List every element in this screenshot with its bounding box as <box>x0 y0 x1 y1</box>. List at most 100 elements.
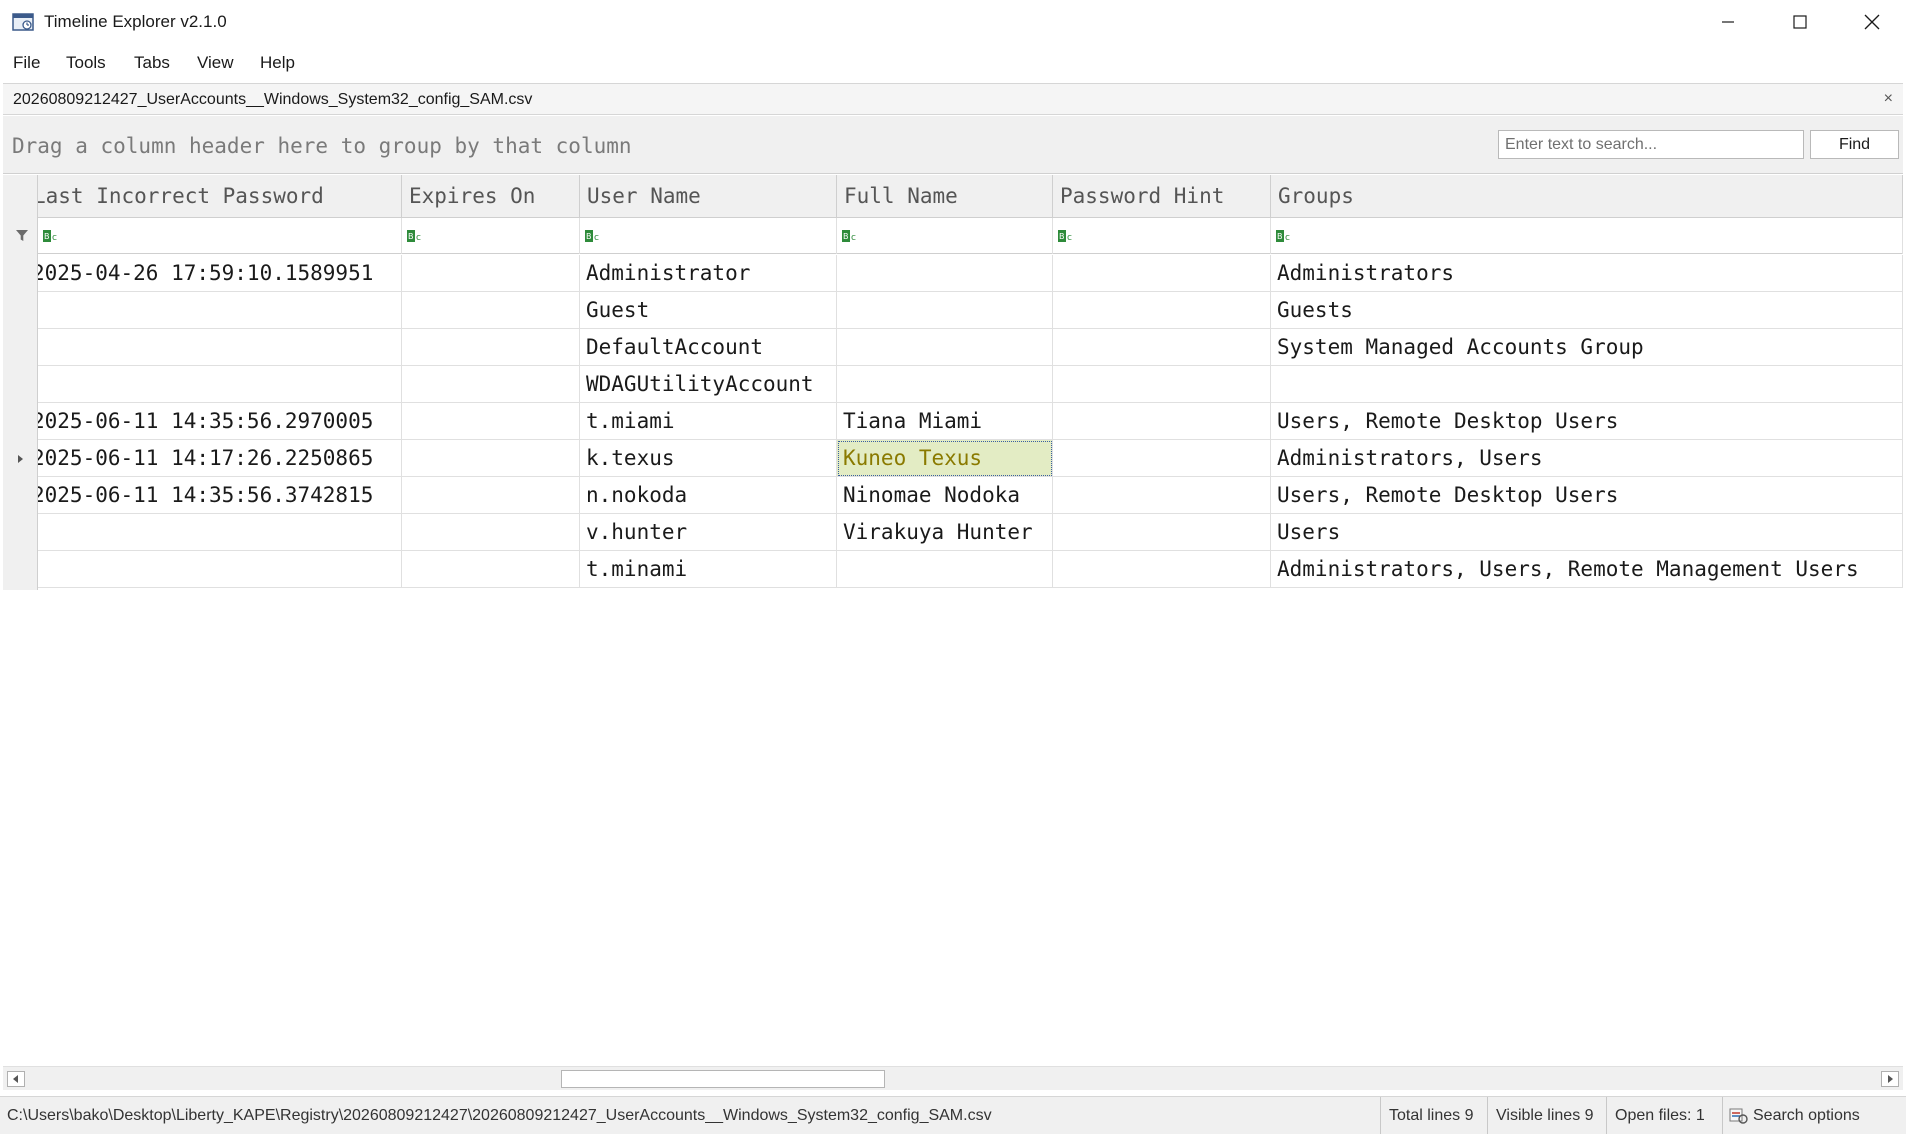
close-window-button[interactable] <box>1836 0 1906 44</box>
column-header-expires-on[interactable]: Expires On <box>402 175 580 218</box>
text-filter-icon: Bc <box>43 230 57 243</box>
svg-text:B: B <box>408 232 414 241</box>
horizontal-scrollbar[interactable] <box>3 1066 1903 1090</box>
cell-user-name[interactable]: v.hunter <box>580 514 837 551</box>
cell-password-hint[interactable] <box>1053 366 1271 403</box>
search-options-label: Search options <box>1753 1107 1860 1124</box>
cell-last-incorrect-password[interactable]: 2025-06-11 14:17:26.2250865 <box>38 440 402 477</box>
column-header-user-name[interactable]: User Name <box>580 175 837 218</box>
filter-cell-full-name[interactable]: Bc <box>837 218 1053 254</box>
cell-expires-on[interactable] <box>402 255 580 292</box>
cell-full-name[interactable]: Ninomae Nodoka <box>837 477 1053 514</box>
tab-close-icon[interactable]: × <box>1884 90 1893 108</box>
cell-expires-on[interactable] <box>402 329 580 366</box>
cell-last-incorrect-password[interactable] <box>38 551 402 588</box>
status-open-files: Open files: 1 <box>1606 1097 1724 1134</box>
menu-tabs[interactable]: Tabs <box>134 53 170 73</box>
menu-tools[interactable]: Tools <box>66 53 106 73</box>
maximize-icon <box>1793 15 1807 29</box>
cell-last-incorrect-password[interactable] <box>38 366 402 403</box>
cell-groups[interactable]: Guests <box>1271 292 1903 329</box>
window-title: Timeline Explorer v2.1.0 <box>44 12 227 31</box>
filter-cell-user-name[interactable]: Bc <box>580 218 837 254</box>
cell-expires-on[interactable] <box>402 292 580 329</box>
find-button[interactable]: Find <box>1810 130 1899 159</box>
cell-full-name[interactable] <box>837 255 1053 292</box>
cell-full-name[interactable]: Tiana Miami <box>837 403 1053 440</box>
filter-cell-groups[interactable]: Bc <box>1271 218 1903 254</box>
cell-full-name[interactable] <box>837 366 1053 403</box>
chevron-right-icon <box>1888 1075 1893 1083</box>
filter-cell-password-hint[interactable]: Bc <box>1053 218 1271 254</box>
cell-user-name[interactable]: Guest <box>580 292 837 329</box>
group-by-panel[interactable]: Drag a column header here to group by th… <box>3 116 1903 174</box>
scroll-left-button[interactable] <box>7 1071 25 1087</box>
cell-user-name[interactable]: t.miami <box>580 403 837 440</box>
cell-full-name[interactable] <box>837 551 1053 588</box>
cell-user-name[interactable]: t.minami <box>580 551 837 588</box>
cell-groups[interactable]: Users <box>1271 514 1903 551</box>
filter-cell-last-incorrect-password[interactable]: Bc <box>38 218 402 254</box>
cell-expires-on[interactable] <box>402 366 580 403</box>
cell-expires-on[interactable] <box>402 440 580 477</box>
column-header-last-incorrect-password[interactable]: Last Incorrect Password <box>38 175 402 218</box>
menu-file[interactable]: File <box>13 53 40 73</box>
filter-cell-expires-on[interactable]: Bc <box>402 218 580 254</box>
cell-password-hint[interactable] <box>1053 329 1271 366</box>
cell-full-name[interactable]: Kuneo Texus <box>837 440 1053 477</box>
cell-password-hint[interactable] <box>1053 440 1271 477</box>
cell-groups[interactable]: Administrators <box>1271 255 1903 292</box>
cell-password-hint[interactable] <box>1053 514 1271 551</box>
cell-last-incorrect-password[interactable]: 2025-06-11 14:35:56.3742815 <box>38 477 402 514</box>
cell-last-incorrect-password[interactable] <box>38 329 402 366</box>
cell-user-name[interactable]: k.texus <box>580 440 837 477</box>
filter-icon[interactable] <box>15 229 29 242</box>
chevron-left-icon <box>13 1075 18 1083</box>
cell-last-incorrect-password[interactable]: 2025-06-11 14:35:56.2970005 <box>38 403 402 440</box>
cell-password-hint[interactable] <box>1053 403 1271 440</box>
column-header-full-name[interactable]: Full Name <box>837 175 1053 218</box>
cell-full-name[interactable] <box>837 329 1053 366</box>
cell-last-incorrect-password[interactable] <box>38 292 402 329</box>
text-filter-icon: Bc <box>585 230 599 243</box>
cell-password-hint[interactable] <box>1053 477 1271 514</box>
cell-user-name[interactable]: WDAGUtilityAccount <box>580 366 837 403</box>
cell-last-incorrect-password[interactable] <box>38 514 402 551</box>
minimize-button[interactable] <box>1692 0 1764 44</box>
cell-expires-on[interactable] <box>402 551 580 588</box>
maximize-button[interactable] <box>1764 0 1836 44</box>
cell-password-hint[interactable] <box>1053 255 1271 292</box>
file-tab[interactable]: 20260809212427_UserAccounts__Windows_Sys… <box>13 91 532 109</box>
cell-user-name[interactable]: n.nokoda <box>580 477 837 514</box>
cell-groups[interactable] <box>1271 366 1903 403</box>
cell-password-hint[interactable] <box>1053 551 1271 588</box>
column-header-groups[interactable]: Groups <box>1271 175 1903 218</box>
title-bar: Timeline Explorer v2.1.0 <box>0 0 1906 44</box>
cell-groups[interactable]: System Managed Accounts Group <box>1271 329 1903 366</box>
scroll-thumb[interactable] <box>561 1070 885 1088</box>
cell-expires-on[interactable] <box>402 477 580 514</box>
cell-groups[interactable]: Administrators, Users <box>1271 440 1903 477</box>
menu-view[interactable]: View <box>197 53 234 73</box>
svg-text:B: B <box>44 232 50 241</box>
cell-full-name[interactable]: Virakuya Hunter <box>837 514 1053 551</box>
cell-groups[interactable]: Users, Remote Desktop Users <box>1271 403 1903 440</box>
cell-password-hint[interactable] <box>1053 292 1271 329</box>
search-options-button[interactable]: Search options <box>1722 1097 1906 1134</box>
cell-expires-on[interactable] <box>402 403 580 440</box>
text-filter-icon: Bc <box>1276 230 1290 243</box>
minimize-icon <box>1722 21 1734 23</box>
cell-expires-on[interactable] <box>402 514 580 551</box>
cell-user-name[interactable]: Administrator <box>580 255 837 292</box>
group-by-hint: Drag a column header here to group by th… <box>12 134 632 158</box>
column-header-password-hint[interactable]: Password Hint <box>1053 175 1271 218</box>
scroll-right-button[interactable] <box>1881 1071 1899 1087</box>
cell-full-name[interactable] <box>837 292 1053 329</box>
cell-user-name[interactable]: DefaultAccount <box>580 329 837 366</box>
cell-groups[interactable]: Users, Remote Desktop Users <box>1271 477 1903 514</box>
search-input[interactable] <box>1498 130 1804 159</box>
svg-text:c: c <box>1067 233 1072 243</box>
menu-help[interactable]: Help <box>260 53 295 73</box>
cell-groups[interactable]: Administrators, Users, Remote Management… <box>1271 551 1903 588</box>
cell-last-incorrect-password[interactable]: 2025-04-26 17:59:10.1589951 <box>38 255 402 292</box>
